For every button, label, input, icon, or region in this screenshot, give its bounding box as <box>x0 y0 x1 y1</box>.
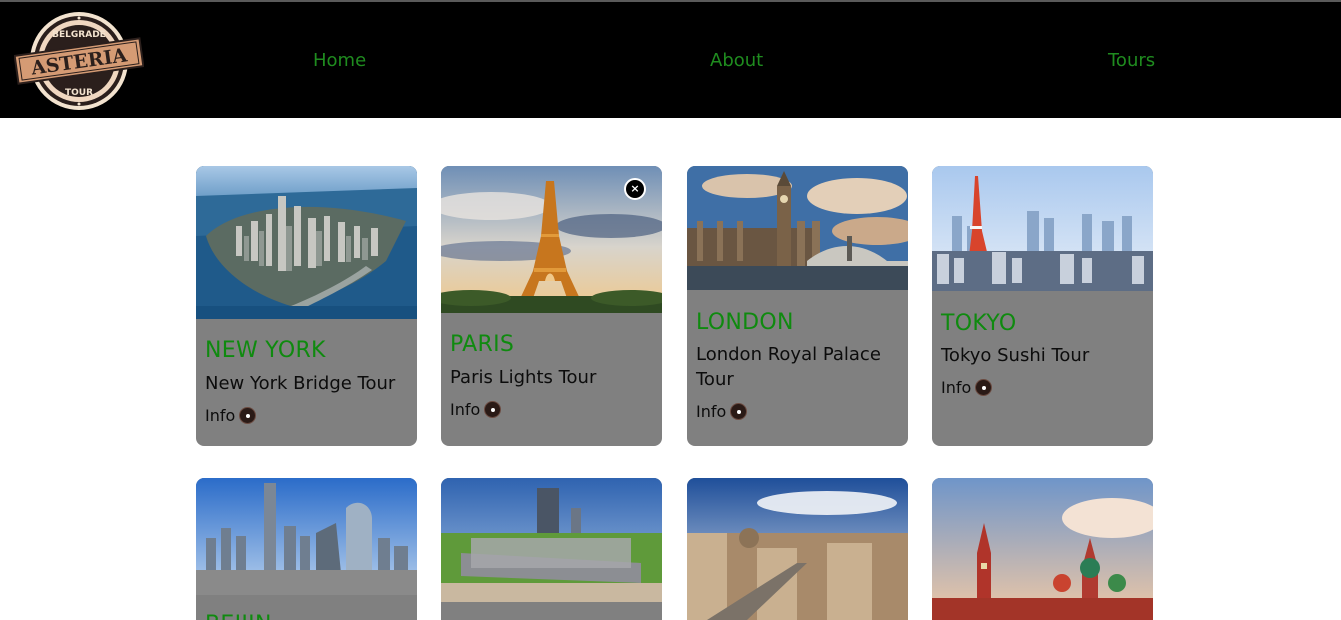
nav-home[interactable]: Home <box>313 50 366 71</box>
tour-card-tokyo[interactable]: TOKYO Tokyo Sushi Tour Info <box>932 166 1153 446</box>
tour-name: Paris Lights Tour <box>450 367 597 388</box>
site-header: BELGRADE ASTERIA TOUR Home About Tours <box>0 2 1341 118</box>
info-link[interactable]: Info <box>205 406 257 425</box>
close-icon[interactable]: × <box>624 178 646 200</box>
tashkent-image <box>441 478 662 602</box>
city-title: NEW YORK <box>205 338 326 363</box>
info-label: Info <box>205 406 236 425</box>
tour-name: Tokyo Sushi Tour <box>941 345 1090 366</box>
london-image <box>687 166 908 290</box>
tour-name: New York Bridge Tour <box>205 373 396 394</box>
tour-card-tashkent[interactable] <box>441 478 662 620</box>
logo-bottom-text: TOUR <box>65 88 93 98</box>
new-york-image <box>196 166 417 319</box>
info-link[interactable]: Info <box>941 378 993 397</box>
info-icon <box>975 379 993 396</box>
tour-card-madrid[interactable] <box>687 478 908 620</box>
nav-about[interactable]: About <box>710 50 763 71</box>
tokyo-image <box>932 166 1153 291</box>
info-label: Info <box>696 402 727 421</box>
tour-card-beijing[interactable]: BEIJIN <box>196 478 417 620</box>
tour-card-paris[interactable]: × PARIS Paris Lights Tour Info <box>441 166 662 446</box>
tour-card-new-york[interactable]: NEW YORK New York Bridge Tour Info <box>196 166 417 446</box>
info-label: Info <box>450 400 481 419</box>
asteria-logo[interactable]: BELGRADE ASTERIA TOUR <box>13 10 145 112</box>
info-link[interactable]: Info <box>696 402 748 421</box>
nav-tours[interactable]: Tours <box>1108 50 1155 71</box>
tour-card-london[interactable]: LONDON London Royal Palace Tour Info <box>687 166 908 446</box>
beijing-image <box>196 478 417 595</box>
info-icon <box>239 407 257 424</box>
city-title: TOKYO <box>941 311 1017 336</box>
logo-top-text: BELGRADE <box>52 30 106 40</box>
moscow-image <box>932 478 1153 620</box>
tour-name: London Royal Palace Tour <box>696 344 881 390</box>
tour-card-moscow[interactable] <box>932 478 1153 620</box>
city-title: BEIJIN <box>205 612 272 620</box>
madrid-image <box>687 478 908 620</box>
info-icon <box>730 403 748 420</box>
city-title: PARIS <box>450 332 515 357</box>
city-title: LONDON <box>696 310 794 335</box>
info-link[interactable]: Info <box>450 400 502 419</box>
info-label: Info <box>941 378 972 397</box>
info-icon <box>484 401 502 418</box>
